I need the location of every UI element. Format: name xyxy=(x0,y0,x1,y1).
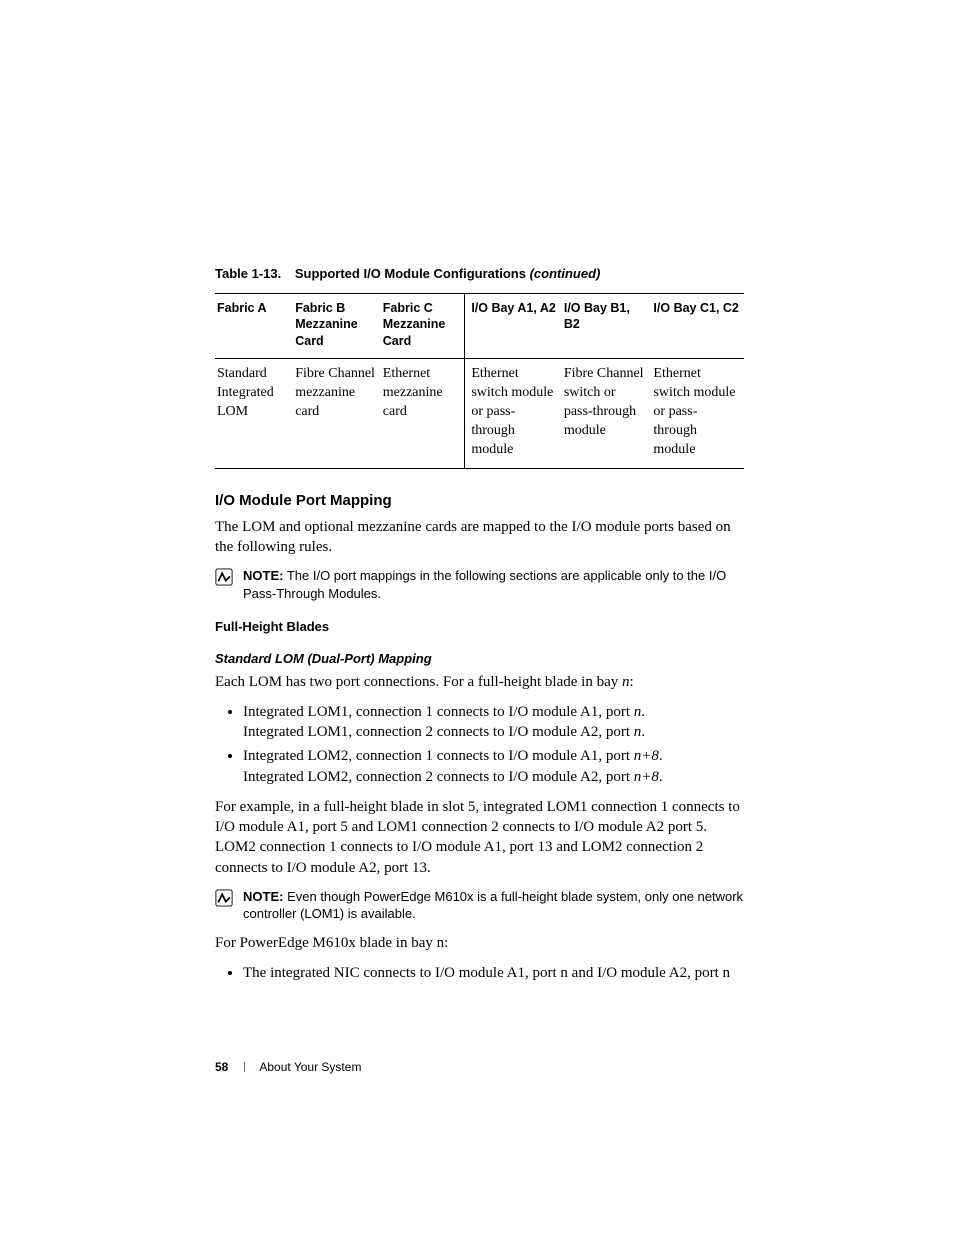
note-block: NOTE: The I/O port mappings in the follo… xyxy=(215,567,744,602)
subheading-full-height: Full-Height Blades xyxy=(215,618,744,636)
m610x-paragraph: For PowerEdge M610x blade in bay n: xyxy=(215,933,744,953)
page-footer: 58 About Your System xyxy=(215,1059,361,1075)
subheading-standard-lom: Standard LOM (Dual-Port) Mapping xyxy=(215,650,744,668)
note-icon xyxy=(215,568,233,586)
col-fabric-a: Fabric A xyxy=(215,293,293,359)
cell: Fibre Channel switch or pass-through mod… xyxy=(562,359,652,468)
list-item: The integrated NIC connects to I/O modul… xyxy=(243,963,744,983)
nic-bullet-list: The integrated NIC connects to I/O modul… xyxy=(215,963,744,983)
note-text: NOTE: Even though PowerEdge M610x is a f… xyxy=(243,888,744,923)
cell: Fibre Channel mezzanine card xyxy=(293,359,381,468)
lom-intro: Each LOM has two port connections. For a… xyxy=(215,672,744,692)
col-bay-c: I/O Bay C1, C2 xyxy=(651,293,744,359)
var-n: n xyxy=(622,674,630,690)
cell: Ethernet switch module or pass-through m… xyxy=(465,359,562,468)
section-heading: I/O Module Port Mapping xyxy=(215,491,744,511)
cell: Ethernet mezzanine card xyxy=(381,359,465,468)
note-text: NOTE: The I/O port mappings in the follo… xyxy=(243,567,744,602)
note-body: Even though PowerEdge M610x is a full-he… xyxy=(243,889,743,922)
col-fabric-b: Fabric B Mezzanine Card xyxy=(293,293,381,359)
table-caption: Table 1-13. Supported I/O Module Configu… xyxy=(215,265,744,283)
table-row: Standard Integrated LOM Fibre Channel me… xyxy=(215,359,744,468)
example-paragraph: For example, in a full-height blade in s… xyxy=(215,797,744,878)
note-block: NOTE: Even though PowerEdge M610x is a f… xyxy=(215,888,744,923)
document-page: Table 1-13. Supported I/O Module Configu… xyxy=(0,0,954,1235)
list-item: Integrated LOM1, connection 1 connects t… xyxy=(243,702,744,743)
page-number: 58 xyxy=(215,1060,228,1074)
note-body: The I/O port mappings in the following s… xyxy=(243,568,726,601)
table-number: Table 1-13. xyxy=(215,266,281,281)
footer-section: About Your System xyxy=(259,1060,361,1074)
cell: Ethernet switch module or pass-through m… xyxy=(651,359,744,468)
table-title: Supported I/O Module Configurations (con… xyxy=(295,266,600,281)
note-label: NOTE: xyxy=(243,568,283,583)
footer-divider xyxy=(244,1062,245,1072)
io-config-table: Fabric A Fabric B Mezzanine Card Fabric … xyxy=(215,293,744,469)
col-bay-a: I/O Bay A1, A2 xyxy=(465,293,562,359)
list-item: Integrated LOM2, connection 1 connects t… xyxy=(243,746,744,787)
table-header-row: Fabric A Fabric B Mezzanine Card Fabric … xyxy=(215,293,744,359)
note-label: NOTE: xyxy=(243,889,283,904)
col-bay-b: I/O Bay B1, B2 xyxy=(562,293,652,359)
lom-bullet-list: Integrated LOM1, connection 1 connects t… xyxy=(215,702,744,787)
cell: Standard Integrated LOM xyxy=(215,359,293,468)
note-icon xyxy=(215,889,233,907)
col-fabric-c: Fabric C Mezzanine Card xyxy=(381,293,465,359)
intro-paragraph: The LOM and optional mezzanine cards are… xyxy=(215,517,744,558)
